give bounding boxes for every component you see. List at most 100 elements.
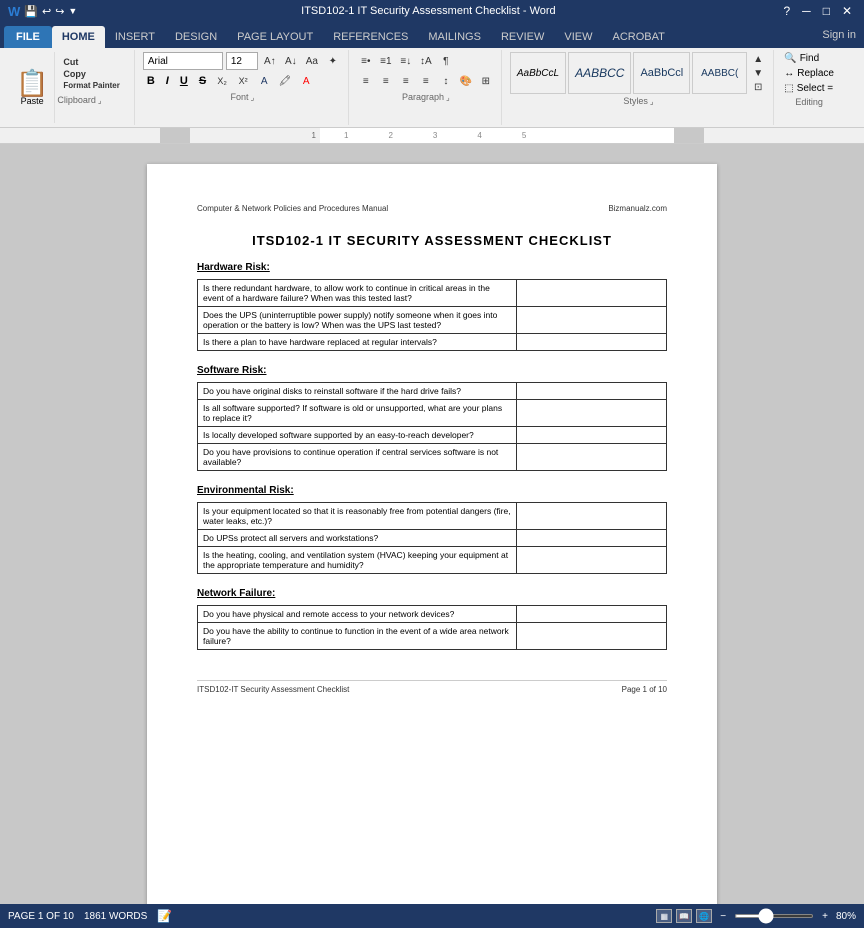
style-emphasis[interactable]: AaBbCcL [510, 52, 566, 94]
style-heading1[interactable]: AABBCC [568, 52, 631, 94]
web-layout-view[interactable]: 🌐 [696, 909, 712, 923]
numbering-button[interactable]: ≡1 [377, 52, 395, 70]
tab-insert[interactable]: INSERT [105, 26, 165, 48]
text-effect-button[interactable]: A [255, 72, 273, 90]
zoom-in-icon[interactable]: + [822, 911, 828, 922]
styles-scroll-down[interactable]: ▼ [749, 66, 767, 80]
font-controls: A↑ A↓ Aa ✦ B I U S X₂ X² A 🖍 A [143, 52, 342, 90]
clear-format-button[interactable]: ✦ [324, 52, 342, 70]
font-expand-icon[interactable]: ⌟ [250, 93, 254, 102]
maximize-button[interactable]: □ [819, 4, 834, 18]
style-heading3[interactable]: AABBC( [692, 52, 747, 94]
paragraph-expand-icon[interactable]: ⌟ [446, 93, 450, 102]
undo-icon[interactable]: ↩ [42, 5, 51, 18]
customize-icon[interactable]: ▼ [68, 6, 77, 16]
multilevel-button[interactable]: ≡↓ [397, 52, 415, 70]
tab-pagelayout[interactable]: PAGE LAYOUT [227, 26, 323, 48]
sort-button[interactable]: ↕A [417, 52, 435, 70]
select-button[interactable]: ⬚ Select = [782, 82, 836, 95]
table-row: Is locally developed software supported … [198, 427, 667, 444]
style-heading2[interactable]: AaBbCcl [633, 52, 690, 94]
show-para-button[interactable]: ¶ [437, 52, 455, 70]
page-header: Computer & Network Policies and Procedur… [197, 204, 667, 213]
styles-expand-icon[interactable]: ⌟ [650, 97, 654, 106]
print-layout-view[interactable]: ▦ [656, 909, 672, 923]
styles-expand[interactable]: ⊡ [749, 80, 767, 94]
copy-button[interactable]: Copy [61, 68, 121, 80]
underline-button[interactable]: U [176, 74, 192, 88]
align-left-button[interactable]: ≡ [357, 72, 375, 90]
env-a3 [516, 547, 666, 574]
tab-references[interactable]: REFERENCES [323, 26, 418, 48]
para-row1: ≡• ≡1 ≡↓ ↕A ¶ [357, 52, 495, 70]
ribbon-group-font: A↑ A↓ Aa ✦ B I U S X₂ X² A 🖍 A Font ⌟ [137, 50, 349, 125]
editing-controls: 🔍 Find ↔ Replace ⬚ Select = [782, 52, 836, 95]
section-environmental-heading: Environmental Risk: [197, 485, 667, 496]
tab-home[interactable]: HOME [52, 26, 105, 48]
quick-save-icon[interactable]: 💾 [24, 5, 38, 18]
cut-button[interactable]: Cut [61, 56, 121, 68]
tab-file[interactable]: FILE [4, 26, 52, 48]
change-case-button[interactable]: Aa [303, 52, 321, 70]
paste-button[interactable]: 📋 Paste [10, 52, 55, 123]
sign-in-link[interactable]: Sign in [814, 25, 864, 45]
font-grow-button[interactable]: A↑ [261, 52, 279, 70]
superscript-button[interactable]: X² [234, 72, 252, 90]
justify-button[interactable]: ≡ [417, 72, 435, 90]
help-button[interactable]: ? [779, 4, 794, 18]
align-center-button[interactable]: ≡ [377, 72, 395, 90]
find-button[interactable]: 🔍 Find [782, 52, 836, 65]
shading-button[interactable]: 🎨 [457, 72, 475, 90]
subscript-button[interactable]: X₂ [213, 72, 231, 90]
paragraph-group-label: Paragraph ⌟ [402, 92, 450, 102]
title-bar: W 💾 ↩ ↪ ▼ ITSD102-1 IT Security Assessme… [0, 0, 864, 22]
bullets-button[interactable]: ≡• [357, 52, 375, 70]
close-button[interactable]: ✕ [838, 4, 856, 18]
net-q2: Do you have the ability to continue to f… [198, 623, 517, 650]
hardware-a1 [516, 280, 666, 307]
page-left-margin-indicator [117, 164, 147, 884]
proofing-icon[interactable]: 📝 [157, 909, 172, 923]
zoom-level: 80% [836, 911, 856, 922]
clipboard-expand-icon[interactable]: ⌟ [98, 96, 102, 105]
read-mode-view[interactable]: 📖 [676, 909, 692, 923]
minimize-button[interactable]: ─ [798, 4, 815, 18]
zoom-out-icon[interactable]: − [720, 911, 726, 922]
tab-review[interactable]: REVIEW [491, 26, 554, 48]
line-spacing-button[interactable]: ↕ [437, 72, 455, 90]
paste-icon: 📋 [16, 70, 48, 96]
hardware-a3 [516, 334, 666, 351]
text-highlight-button[interactable]: 🖍 [276, 72, 294, 90]
borders-button[interactable]: ⊞ [477, 72, 495, 90]
tab-design[interactable]: DESIGN [165, 26, 227, 48]
clipboard-group-label: Clipboard ⌟ [57, 95, 125, 105]
editing-group-label: Editing [795, 97, 823, 107]
tab-acrobat[interactable]: ACROBAT [602, 26, 674, 48]
env-q3: Is the heating, cooling, and ventilation… [198, 547, 517, 574]
page-right-margin-indicator [717, 164, 747, 884]
font-size-input[interactable] [226, 52, 258, 70]
italic-button[interactable]: I [162, 74, 173, 88]
window-title: ITSD102-1 IT Security Assessment Checkli… [77, 5, 779, 17]
zoom-slider[interactable] [734, 914, 814, 918]
strikethrough-button[interactable]: S [195, 74, 210, 88]
table-row: Do you have physical and remote access t… [198, 606, 667, 623]
footer-left: ITSD102-IT Security Assessment Checklist [197, 685, 349, 694]
tab-mailings[interactable]: MAILINGS [418, 26, 491, 48]
format-painter-button[interactable]: Format Painter [61, 80, 121, 91]
bold-button[interactable]: B [143, 74, 159, 88]
align-right-button[interactable]: ≡ [397, 72, 415, 90]
font-row1: A↑ A↓ Aa ✦ [143, 52, 342, 70]
page-info: PAGE 1 OF 10 [8, 911, 74, 922]
font-name-input[interactable] [143, 52, 223, 70]
styles-scroll-up[interactable]: ▲ [749, 52, 767, 66]
table-row: Is your equipment located so that it is … [198, 503, 667, 530]
font-shrink-button[interactable]: A↓ [282, 52, 300, 70]
redo-icon[interactable]: ↪ [55, 5, 64, 18]
table-row: Do you have the ability to continue to f… [198, 623, 667, 650]
tab-view[interactable]: VIEW [554, 26, 602, 48]
title-bar-left: W 💾 ↩ ↪ ▼ [8, 4, 77, 19]
hardware-q3: Is there a plan to have hardware replace… [198, 334, 517, 351]
font-color-button[interactable]: A [297, 72, 315, 90]
replace-button[interactable]: ↔ Replace [782, 67, 836, 80]
